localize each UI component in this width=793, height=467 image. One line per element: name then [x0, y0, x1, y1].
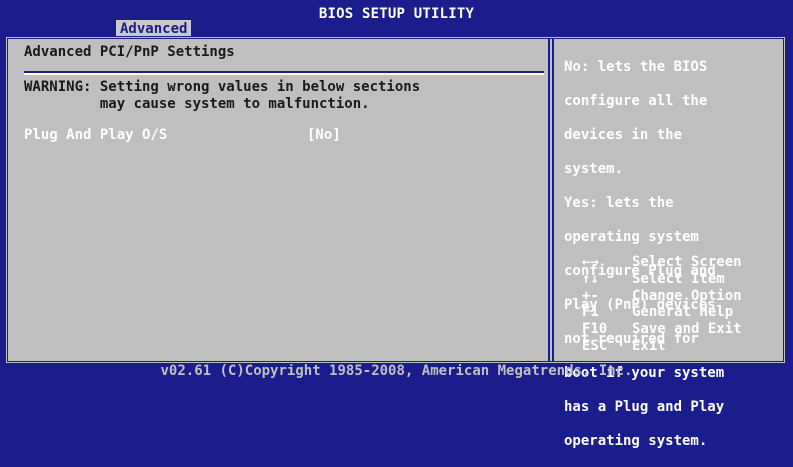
section-title: Advanced PCI/PnP Settings	[24, 44, 235, 60]
key-legend: ←→ Select Screen ↑↓ Select Item +- Chang…	[564, 254, 784, 355]
warning-text: WARNING: Setting wrong values in below s…	[24, 79, 420, 113]
option-value[interactable]: [No]	[307, 127, 341, 143]
key-label: +-	[582, 287, 599, 304]
key-row-exit: ESC Exit	[564, 338, 784, 355]
key-label: F10	[582, 321, 608, 338]
key-desc: Save and Exit	[632, 321, 742, 338]
option-plug-and-play-os[interactable]: Plug And Play O/S [No]	[24, 127, 544, 145]
key-row-general-help: F1 General Help	[564, 304, 784, 321]
key-row-select-screen: ←→ Select Screen	[564, 254, 784, 271]
warning-line-1: WARNING: Setting wrong values in below s…	[24, 79, 421, 95]
help-line: system.	[564, 161, 624, 177]
key-label: ESC	[582, 337, 608, 354]
up-down-arrows-icon: ↑↓	[582, 270, 599, 287]
key-row-save-exit: F10 Save and Exit	[564, 321, 784, 338]
key-row-select-item: ↑↓ Select Item	[564, 271, 784, 288]
left-right-arrows-icon: ←→	[582, 254, 599, 270]
key-desc: Change Option	[632, 287, 742, 304]
help-line: No: lets the BIOS	[564, 59, 708, 75]
help-line: operating system.	[564, 433, 708, 449]
section-divider	[24, 71, 544, 75]
settings-pane: Advanced PCI/PnP Settings WARNING: Setti…	[8, 39, 548, 361]
tab-advanced[interactable]: Advanced	[116, 20, 192, 37]
help-line: configure all the	[564, 93, 708, 109]
help-line: Yes: lets the	[564, 195, 674, 211]
main-frame: Advanced PCI/PnP Settings WARNING: Setti…	[5, 36, 786, 449]
key-desc: General Help	[632, 304, 734, 321]
help-line: operating system	[564, 229, 699, 245]
help-pane: No: lets the BIOS configure all the devi…	[554, 39, 784, 449]
title-bar: BIOS SETUP UTILITY Advanced	[0, 0, 793, 37]
key-desc: Select Screen	[632, 254, 742, 270]
warning-line-2: may cause system to malfunction.	[24, 96, 370, 112]
key-desc: Exit	[632, 337, 666, 354]
copyright-footer: v02.61 (C)Copyright 1985-2008, American …	[160, 364, 633, 378]
help-line: has a Plug and Play	[564, 399, 725, 415]
key-desc: Select Item	[632, 270, 725, 287]
key-row-change-option: +- Change Option	[564, 288, 784, 305]
help-line: devices in the	[564, 127, 683, 143]
key-label: F1	[582, 304, 599, 321]
option-label: Plug And Play O/S	[24, 127, 168, 143]
